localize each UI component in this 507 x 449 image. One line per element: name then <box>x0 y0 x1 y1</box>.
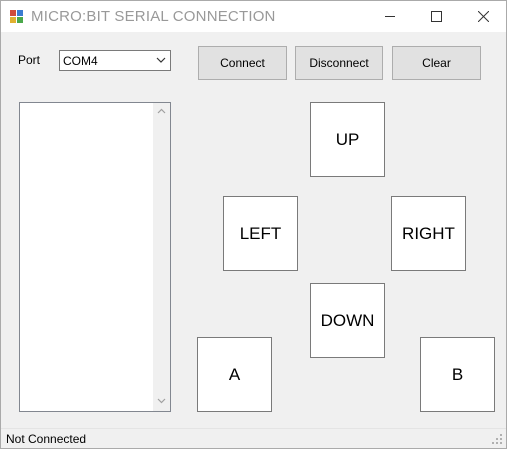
right-button[interactable]: RIGHT <box>391 196 466 271</box>
app-window: MICRO:BIT SERIAL CONNECTION Port COM4 Co… <box>0 0 507 449</box>
close-icon <box>477 11 489 22</box>
vertical-scrollbar[interactable] <box>153 103 170 411</box>
maximize-icon <box>430 11 442 22</box>
scroll-up-arrow-icon[interactable] <box>157 108 166 114</box>
up-button[interactable]: UP <box>310 102 385 177</box>
serial-output-textbox[interactable] <box>19 102 171 412</box>
down-button[interactable]: DOWN <box>310 283 385 358</box>
resize-grip-icon[interactable] <box>492 434 503 445</box>
left-button[interactable]: LEFT <box>223 196 298 271</box>
b-button[interactable]: B <box>420 337 495 412</box>
connect-button[interactable]: Connect <box>198 46 287 80</box>
chevron-down-icon <box>156 57 166 63</box>
title-bar[interactable]: MICRO:BIT SERIAL CONNECTION <box>1 1 506 32</box>
port-label: Port <box>18 53 41 67</box>
window-title: MICRO:BIT SERIAL CONNECTION <box>31 8 276 25</box>
app-icon <box>10 10 24 24</box>
minimize-button[interactable] <box>367 1 413 32</box>
close-button[interactable] <box>460 1 506 32</box>
a-button[interactable]: A <box>197 337 272 412</box>
disconnect-button[interactable]: Disconnect <box>295 46 383 80</box>
port-select-value: COM4 <box>63 54 98 68</box>
status-bar: Not Connected <box>1 428 506 448</box>
clear-button[interactable]: Clear <box>392 46 481 80</box>
minimize-icon <box>384 16 395 17</box>
scroll-down-arrow-icon[interactable] <box>157 398 166 404</box>
connection-status: Not Connected <box>6 432 87 446</box>
maximize-button[interactable] <box>413 1 459 32</box>
port-select[interactable]: COM4 <box>59 50 171 71</box>
